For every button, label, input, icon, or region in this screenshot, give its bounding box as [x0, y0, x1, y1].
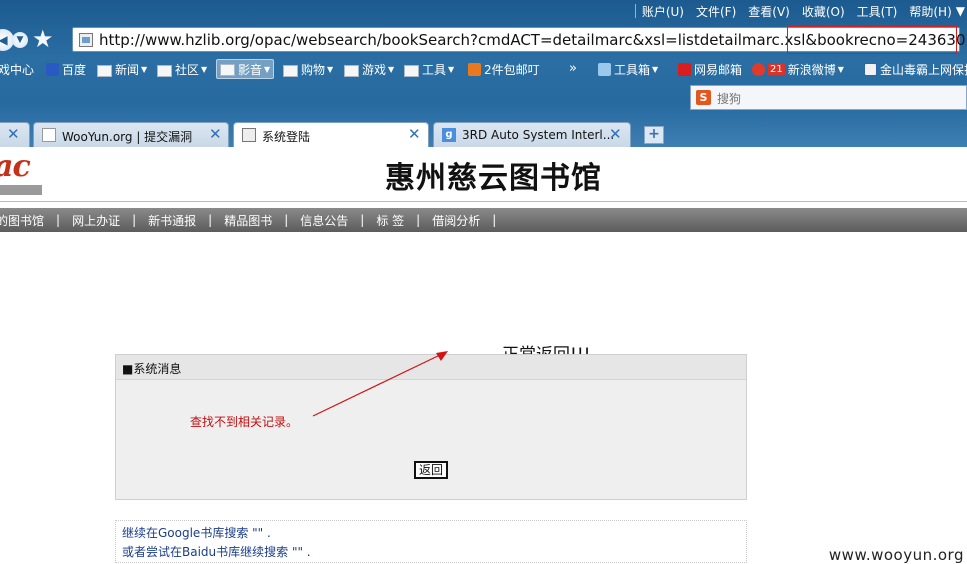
weibo-icon: [752, 63, 765, 76]
tab-title: WooYun.org | 提交漏洞: [62, 130, 193, 144]
google-favicon-icon: g: [442, 128, 456, 142]
menu-tools[interactable]: 工具(T): [857, 3, 898, 20]
tab-title: 系统登陆: [262, 130, 311, 144]
bookmark-juhuasuan[interactable]: 2件包邮叮: [468, 61, 540, 78]
chevron-down-icon: ▼: [837, 65, 844, 74]
bookmarks-bar: 戏中心 百度 新闻 ▼ 社区 ▼ 影音 ▼ 购物 ▼ 游戏 ▼ 工具 ▼ 2件包邮叮 » 工…: [0, 58, 967, 80]
menu-separator: [634, 4, 636, 18]
favorite-star-icon[interactable]: ★: [32, 25, 54, 53]
chevron-down-icon: ▼: [652, 65, 659, 74]
bookmark-folder-news[interactable]: 新闻 ▼: [97, 61, 147, 78]
tab-bar: ✕ WooYun.org | 提交漏洞 ✕ 系统登陆 ✕ g 3RD Auto …: [0, 120, 967, 147]
new-tab-button[interactable]: +: [644, 126, 664, 144]
search-suggestions: 继续在Google书库搜索 "" . 或者尝试在Baidu书库继续搜索 "" .: [115, 520, 747, 563]
folder-icon: [157, 64, 172, 77]
chevron-down-icon: ▼: [448, 65, 455, 74]
wooyun-favicon-icon: [42, 128, 56, 142]
notification-badge: 21: [768, 64, 785, 75]
bookmark-game-center[interactable]: 戏中心: [0, 61, 34, 78]
address-bar[interactable]: http://www.hzlib.org/opac/websearch/book…: [72, 26, 967, 54]
google-search-hint[interactable]: 继续在Google书库搜索 "" .: [122, 524, 271, 541]
menu-view[interactable]: 查看(V): [748, 3, 790, 20]
bookmark-label: 新浪微博: [787, 63, 836, 77]
page-favicon-icon: [79, 33, 93, 47]
bookmark-label: 金山毒霸上网保护: [880, 63, 967, 77]
bookmark-label: 工具箱: [614, 63, 651, 77]
history-dropdown-icon[interactable]: ▼: [12, 32, 28, 48]
bookmark-folder-shopping[interactable]: 购物 ▼: [283, 61, 333, 78]
web-page: ac 惠州慈云图书馆 的图书馆 | 网上办证 | 新书通报 | 精品图书 | 信…: [0, 147, 967, 564]
bookmark-folder-media[interactable]: 影音 ▼: [216, 59, 275, 79]
browser-chrome: 账户(U) 文件(F) 查看(V) 收藏(O) 工具(T) 帮助(H) ▼ ◀ …: [0, 0, 967, 147]
arrow-line: [312, 353, 443, 417]
close-icon[interactable]: ✕: [408, 125, 421, 143]
tab-system-login[interactable]: 系统登陆 ✕: [233, 122, 429, 147]
baidu-paw-icon: [46, 63, 59, 76]
bookmarks-more-icon[interactable]: »: [569, 61, 577, 76]
tab-wooyun[interactable]: WooYun.org | 提交漏洞 ✕: [33, 122, 229, 147]
bookmark-label: 戏中心: [0, 63, 35, 77]
bookmark-label: 网易邮箱: [694, 63, 743, 77]
folder-icon: [283, 64, 298, 77]
folder-icon: [344, 64, 359, 77]
page-favicon-icon: [242, 128, 256, 142]
baidu-search-hint[interactable]: 或者尝试在Baidu书库继续搜索 "" .: [122, 543, 311, 560]
tab-3rd-auto-system[interactable]: g 3RD Auto System Interl... ✕: [433, 122, 631, 147]
tab-title: 3RD Auto System Interl...: [462, 128, 615, 142]
bookmark-folder-community[interactable]: 社区 ▼: [157, 61, 207, 78]
close-icon[interactable]: ✕: [609, 125, 622, 143]
bookmark-label: 新闻: [115, 63, 140, 77]
menu-file[interactable]: 文件(F): [696, 3, 736, 20]
bookmark-folder-games[interactable]: 游戏 ▼: [344, 61, 394, 78]
bookmark-sina-weibo[interactable]: 21 新浪微博 ▼: [752, 61, 844, 78]
navigation-row: ◀ ▼ ★ http://www.hzlib.org/opac/websearc…: [0, 24, 967, 56]
toolbox-icon: [598, 63, 611, 76]
bookmark-label: 工具: [422, 63, 447, 77]
chevron-down-icon: ▼: [141, 65, 148, 74]
bookmark-label: 社区: [175, 63, 200, 77]
bookmark-toolbox[interactable]: 工具箱 ▼: [598, 61, 658, 78]
bookmark-kingsoft[interactable]: 金山毒霸上网保护: [864, 61, 967, 78]
bookmark-label: 游戏: [362, 63, 387, 77]
wooyun-watermark: www.wooyun.org: [828, 546, 964, 564]
sogou-search-box[interactable]: S: [690, 85, 967, 110]
menu-account[interactable]: 账户(U): [642, 3, 684, 20]
bookmark-folder-tools[interactable]: 工具 ▼: [404, 61, 454, 78]
chevron-down-icon: ▼: [264, 64, 271, 74]
bookmark-baidu[interactable]: 百度: [46, 61, 86, 78]
chevron-down-icon: ▼: [201, 65, 208, 74]
bookmark-label: 购物: [301, 63, 326, 77]
folder-icon: [404, 64, 419, 77]
close-icon[interactable]: ✕: [209, 125, 222, 143]
folder-icon: [97, 64, 112, 77]
menu-help[interactable]: 帮助(H): [909, 3, 951, 20]
folder-icon: [220, 64, 235, 76]
menu-favorites[interactable]: 收藏(O): [802, 3, 845, 20]
tab-previous[interactable]: ✕: [0, 122, 30, 147]
bookmark-163-mail[interactable]: 网易邮箱: [678, 61, 742, 78]
menu-bar: 账户(U) 文件(F) 查看(V) 收藏(O) 工具(T) 帮助(H) ▼: [634, 0, 967, 22]
chevron-down-icon: ▼: [388, 65, 395, 74]
search-input[interactable]: [715, 89, 959, 108]
mail-icon: [678, 63, 691, 76]
shopping-icon: [468, 63, 481, 76]
shield-icon: [864, 63, 877, 76]
sogou-logo-icon: S: [696, 90, 711, 105]
bookmark-label: 影音: [238, 62, 263, 77]
bookmark-label: 2件包邮叮: [484, 63, 540, 77]
annotation-arrow: [312, 351, 448, 417]
bookmark-label: 百度: [62, 63, 87, 77]
close-icon[interactable]: ✕: [7, 125, 20, 143]
skin-icon[interactable]: ▼: [956, 4, 965, 18]
url-highlight-box: [787, 26, 957, 54]
chevron-down-icon: ▼: [327, 65, 334, 74]
